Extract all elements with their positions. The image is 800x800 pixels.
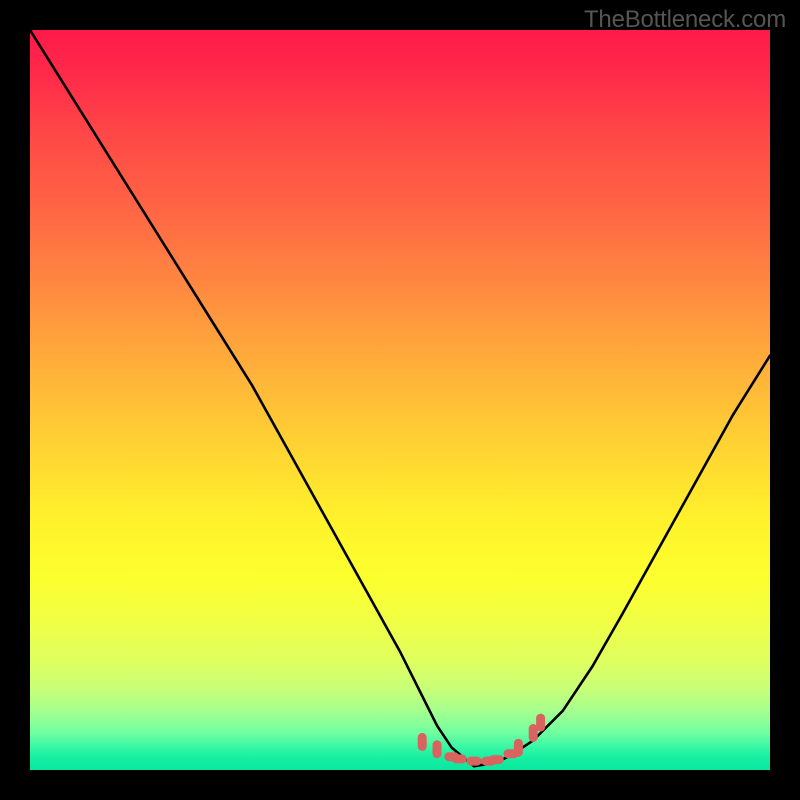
curve-line (30, 30, 770, 766)
chart-svg (30, 30, 770, 770)
trough-marker (514, 739, 523, 757)
trough-marker (489, 755, 504, 764)
trough-marker (418, 733, 427, 751)
trough-markers-group (418, 714, 545, 766)
watermark-text: TheBottleneck.com (584, 6, 786, 34)
trough-marker (452, 754, 467, 763)
plot-area (30, 30, 770, 770)
trough-marker (433, 740, 442, 758)
trough-marker (536, 714, 545, 732)
trough-marker (467, 757, 482, 766)
